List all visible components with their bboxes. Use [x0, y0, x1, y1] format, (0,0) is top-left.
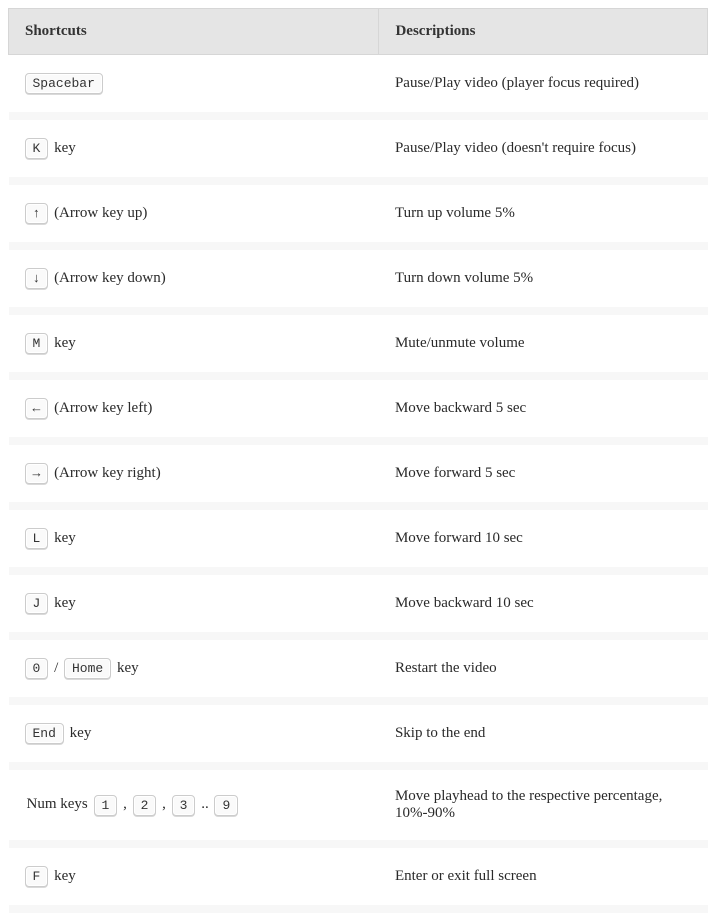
key-cap: K — [25, 138, 49, 159]
description-cell: Pause/Play video (player focus required) — [379, 55, 708, 117]
shortcut-text: key — [48, 868, 77, 884]
description-cell: Turn up volume 5% — [379, 181, 708, 246]
description-cell: Move forward 10 sec — [379, 506, 708, 571]
key-cap: M — [25, 333, 49, 354]
table-row: K keyPause/Play video (doesn't require f… — [9, 116, 708, 181]
shortcut-cell: J key — [9, 571, 379, 636]
shortcut-text: .. — [195, 796, 214, 812]
table-row: ↑ (Arrow key up)Turn up volume 5% — [9, 181, 708, 246]
table-row: ↓ (Arrow key down)Turn down volume 5% — [9, 246, 708, 311]
shortcuts-table: Shortcuts Descriptions Spacebar Pause/Pla… — [8, 8, 708, 913]
key-cap: End — [25, 723, 64, 744]
table-row: F keyEnter or exit full screen — [9, 844, 708, 909]
key-cap: L — [25, 528, 49, 549]
shortcut-text: / — [48, 660, 64, 676]
key-cap: Home — [64, 658, 111, 679]
shortcut-cell: ↑ (Arrow key up) — [9, 181, 379, 246]
shortcut-cell: ↓ (Arrow key down) — [9, 246, 379, 311]
description-cell: Move forward 5 sec — [379, 441, 708, 506]
table-row: → (Arrow key right)Move forward 5 sec — [9, 441, 708, 506]
shortcut-text: , — [156, 796, 171, 812]
shortcut-text: key — [111, 660, 140, 676]
header-shortcuts: Shortcuts — [9, 9, 379, 55]
description-cell: Pause/Play video (doesn't require focus) — [379, 116, 708, 181]
table-row: M keyMute/unmute volume — [9, 311, 708, 376]
shortcut-text: (Arrow key left) — [48, 400, 154, 416]
shortcut-text: , — [117, 796, 132, 812]
table-row: 0 / Home keyRestart the video — [9, 636, 708, 701]
key-cap: ← — [25, 398, 49, 419]
shortcut-text: (Arrow key down) — [48, 270, 167, 286]
key-cap: J — [25, 593, 49, 614]
shortcut-text: key — [64, 725, 93, 741]
shortcut-cell: F key — [9, 844, 379, 909]
key-cap: 9 — [214, 795, 238, 816]
key-cap: 2 — [133, 795, 157, 816]
shortcut-text: key — [48, 335, 77, 351]
table-row: L keyMove forward 10 sec — [9, 506, 708, 571]
key-cap: F — [25, 866, 49, 887]
shortcut-cell: Spacebar — [9, 55, 379, 117]
shortcut-cell: L key — [9, 506, 379, 571]
description-cell: Move playhead to the respective percenta… — [379, 766, 708, 844]
shortcut-cell: ← (Arrow key left) — [9, 376, 379, 441]
table-row: End keySkip to the end — [9, 701, 708, 766]
shortcut-text: (Arrow key up) — [48, 205, 149, 221]
table-header-row: Shortcuts Descriptions — [9, 9, 708, 55]
description-cell: Restart the video — [379, 636, 708, 701]
key-cap: 3 — [172, 795, 196, 816]
table-row: ← (Arrow key left)Move backward 5 sec — [9, 376, 708, 441]
shortcut-text: key — [48, 140, 77, 156]
key-cap: ↑ — [25, 203, 49, 224]
header-descriptions: Descriptions — [379, 9, 708, 55]
description-cell: Skip to the end — [379, 701, 708, 766]
description-cell: Mute/unmute volume — [379, 311, 708, 376]
key-cap: Spacebar — [25, 73, 103, 94]
description-cell: Turn down volume 5% — [379, 246, 708, 311]
table-row: J keyMove backward 10 sec — [9, 571, 708, 636]
description-cell: Enter or exit full screen — [379, 844, 708, 909]
shortcut-cell: → (Arrow key right) — [9, 441, 379, 506]
shortcut-cell: 0 / Home key — [9, 636, 379, 701]
shortcut-cell: K key — [9, 116, 379, 181]
shortcut-text: key — [48, 595, 77, 611]
key-cap: 0 — [25, 658, 49, 679]
shortcut-text: Num keys — [25, 796, 94, 812]
key-cap: → — [25, 463, 49, 484]
shortcut-text: (Arrow key right) — [48, 465, 162, 481]
description-cell: Move backward 5 sec — [379, 376, 708, 441]
key-cap: ↓ — [25, 268, 49, 289]
table-row: Num keys 1 , 2 , 3 .. 9Move playhead to … — [9, 766, 708, 844]
table-row: Spacebar Pause/Play video (player focus r… — [9, 55, 708, 117]
description-cell: Move backward 10 sec — [379, 571, 708, 636]
shortcut-cell: M key — [9, 311, 379, 376]
shortcut-cell: Num keys 1 , 2 , 3 .. 9 — [9, 766, 379, 844]
shortcut-cell: End key — [9, 701, 379, 766]
shortcut-text: key — [48, 530, 77, 546]
key-cap: 1 — [94, 795, 118, 816]
